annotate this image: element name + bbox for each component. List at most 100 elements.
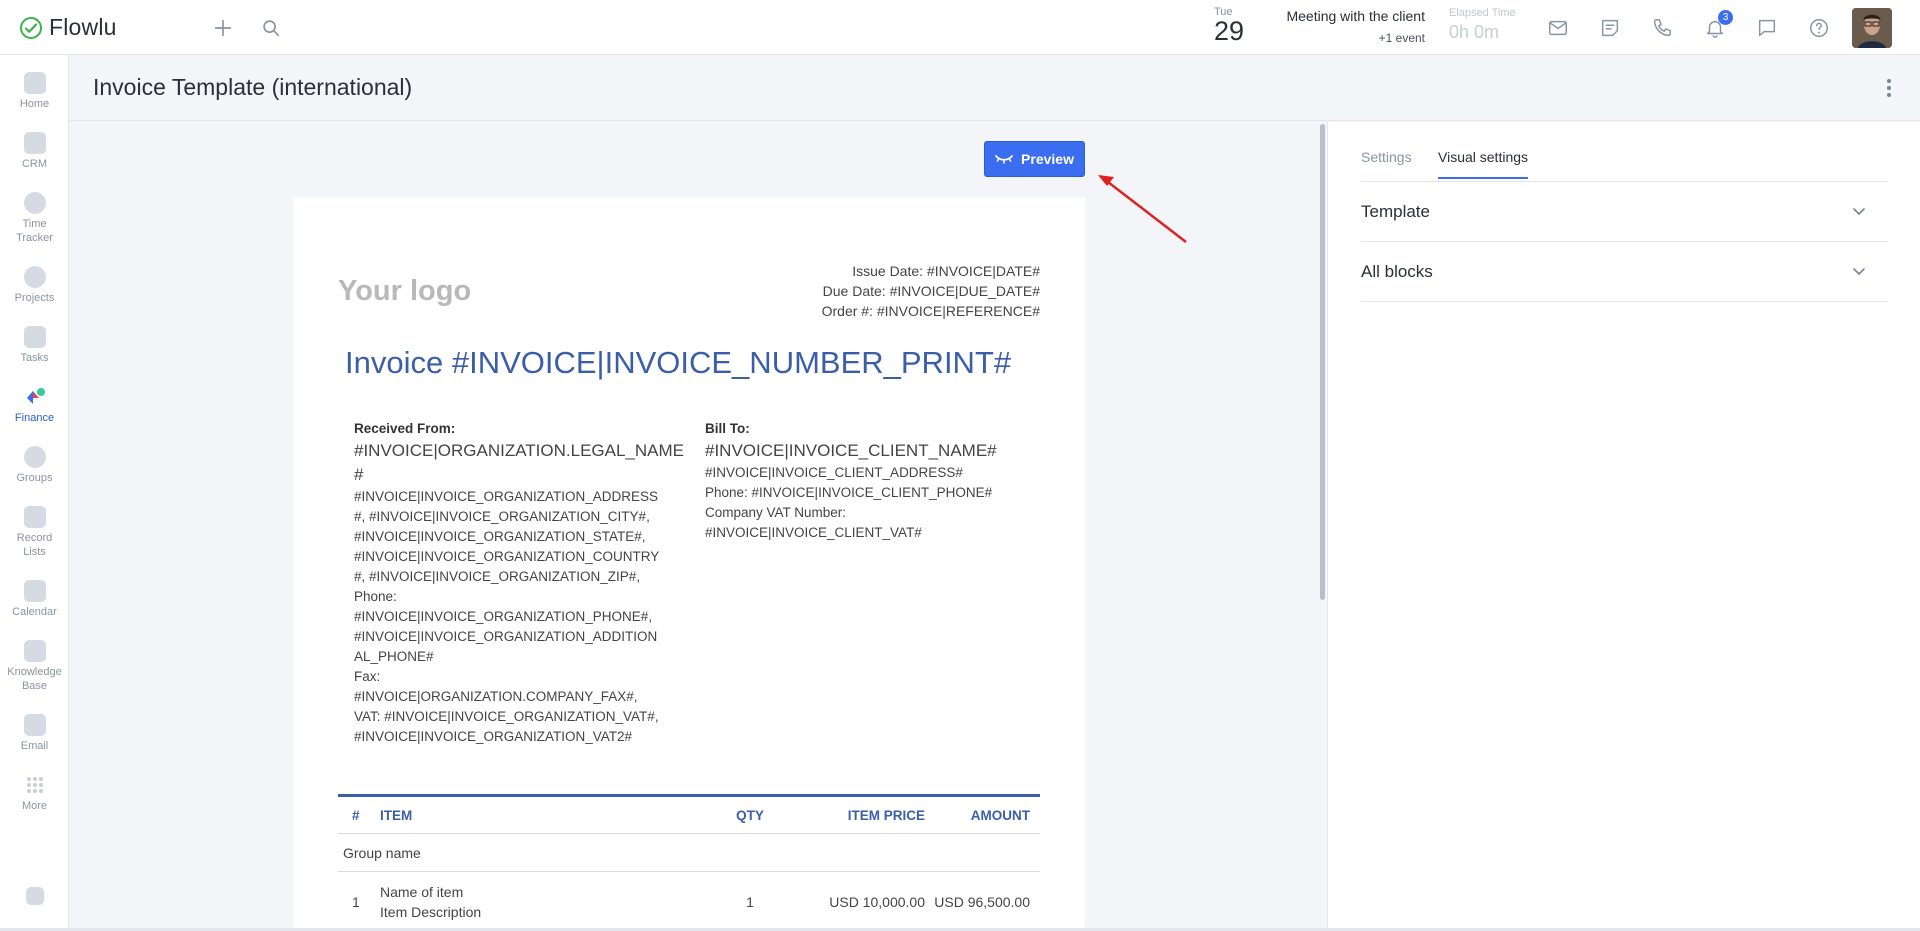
phone-button[interactable] [1648, 14, 1676, 42]
section-all-blocks[interactable]: All blocks [1361, 242, 1888, 302]
preview-button[interactable]: Preview [984, 141, 1085, 177]
sidebar-item-label: Tasks [20, 352, 49, 364]
plus-icon [214, 19, 232, 37]
sidebar-item-label: Time Tracker [16, 218, 53, 244]
canvas-scrollbar[interactable] [1320, 124, 1325, 600]
col-header-qty: QTY [736, 807, 764, 823]
group-row: Group name [338, 834, 1040, 872]
sidebar: Home CRM Time Tracker Projects Tasks Fin… [0, 55, 69, 931]
from-line: #INVOICE|INVOICE_ORGANIZATION_PHONE#, [354, 609, 653, 624]
top-bar: Flowlu Tue 29 Meeting with the client +1… [0, 0, 1920, 55]
sidebar-item-projects[interactable]: Projects [0, 266, 69, 305]
bill-line: Phone: #INVOICE|INVOICE_CLIENT_PHONE# [705, 485, 993, 500]
sidebar-item-groups[interactable]: Groups [0, 446, 69, 485]
upcoming-event[interactable]: Meeting with the client +1 event [1262, 8, 1425, 45]
from-line: #, #INVOICE|INVOICE_ORGANIZATION_ZIP#, [354, 569, 641, 584]
from-line: #INVOICE|ORGANIZATION.COMPANY_FAX#, [354, 689, 638, 704]
crm-icon [23, 132, 46, 154]
more-options-button[interactable] [1886, 79, 1892, 97]
knowledge-base-icon [23, 640, 46, 662]
projects-icon [23, 266, 46, 288]
page-header: Invoice Template (international) [69, 55, 1920, 121]
time-tracker-icon [23, 192, 46, 214]
row-price: USD 10,000.00 [829, 894, 925, 910]
sidebar-item-calendar[interactable]: Calendar [0, 580, 69, 619]
elapsed-time[interactable]: Elapsed Time 0h 0m [1449, 7, 1516, 43]
sidebar-item-tasks[interactable]: Tasks [0, 326, 69, 365]
notes-button[interactable] [1596, 14, 1624, 42]
row-num: 1 [352, 894, 360, 910]
event-title: Meeting with the client [1286, 8, 1425, 24]
user-avatar[interactable] [1852, 8, 1892, 48]
mail-button[interactable] [1544, 14, 1572, 42]
finance-icon [24, 386, 46, 408]
invoice-title[interactable]: Invoice #INVOICE|INVOICE_NUMBER_PRINT# [345, 345, 1011, 381]
from-line: VAT: #INVOICE|INVOICE_ORGANIZATION_VAT#, [354, 709, 659, 724]
add-button[interactable] [209, 14, 237, 42]
sidebar-item-label: Projects [14, 292, 55, 304]
sidebar-item-email[interactable]: Email [0, 714, 69, 753]
item-name: Name of item [380, 884, 464, 900]
notes-icon [1601, 19, 1619, 37]
tab-settings[interactable]: Settings [1361, 149, 1412, 177]
calendar-icon [23, 580, 46, 602]
received-from-heading: Received From: [354, 421, 456, 436]
organization-name-cont: # [354, 465, 364, 484]
issue-date: Issue Date: #INVOICE|DATE# [852, 263, 1040, 279]
sidebar-item-finance[interactable]: Finance [0, 386, 69, 425]
due-date: Due Date: #INVOICE|DUE_DATE# [822, 283, 1040, 299]
sidebar-item-label: Email [20, 740, 49, 752]
date-number: 29 [1214, 16, 1245, 46]
from-line: AL_PHONE# [354, 649, 434, 664]
search-button[interactable] [257, 14, 285, 42]
received-from-block[interactable]: Received From: #INVOICE|ORGANIZATION.LEG… [354, 419, 684, 747]
chevron-down-icon [1853, 208, 1865, 215]
bill-line: #INVOICE|INVOICE_CLIENT_ADDRESS# [705, 465, 963, 480]
bill-line: Company VAT Number: [705, 505, 847, 520]
invoice-logo-placeholder[interactable]: Your logo [338, 275, 471, 308]
tab-visual-settings[interactable]: Visual settings [1438, 149, 1529, 179]
email-icon [23, 714, 46, 736]
sidebar-flowlu-mark[interactable] [0, 887, 69, 908]
col-header-price: ITEM PRICE [847, 807, 925, 823]
settings-tabs: Settings Visual settings [1361, 122, 1888, 182]
section-template[interactable]: Template [1361, 182, 1888, 242]
help-button[interactable] [1805, 14, 1833, 42]
sidebar-item-home[interactable]: Home [0, 72, 69, 111]
col-header-item: ITEM [380, 807, 413, 823]
item-description: Item Description [380, 904, 482, 920]
notification-badge: 3 [1718, 10, 1733, 25]
sidebar-item-crm[interactable]: CRM [0, 132, 69, 171]
flowlu-mark-icon [25, 887, 44, 905]
chevron-down-icon [1853, 268, 1865, 275]
sidebar-item-time-tracker[interactable]: Time Tracker [0, 192, 69, 245]
table-row: 1 Name of item Item Description 1 USD 10… [338, 872, 1040, 931]
sidebar-item-label: More [21, 800, 48, 812]
sidebar-item-label: CRM [21, 158, 48, 170]
eye-closed-icon [995, 155, 1013, 164]
record-lists-icon [23, 506, 46, 528]
organization-name: #INVOICE|ORGANIZATION.LEGAL_NAME [354, 441, 685, 460]
client-name: #INVOICE|INVOICE_CLIENT_NAME# [705, 441, 997, 460]
order-number: Order #: #INVOICE|REFERENCE# [821, 303, 1040, 319]
col-header-amount: AMOUNT [970, 807, 1030, 823]
calendar-date[interactable]: Tue 29 [1214, 6, 1254, 46]
bill-to-block[interactable]: Bill To: #INVOICE|INVOICE_CLIENT_NAME# #… [705, 419, 1045, 543]
logo-check-icon [20, 16, 42, 39]
from-line: #INVOICE|INVOICE_ORGANIZATION_STATE#, [354, 529, 646, 544]
invoice-dates[interactable]: Issue Date: #INVOICE|DATE# Due Date: #IN… [822, 261, 1040, 321]
row-item: Name of item Item Description [380, 882, 710, 922]
app-name: Flowlu [49, 14, 117, 40]
from-line: #INVOICE|INVOICE_ORGANIZATION_ADDRESS [354, 489, 659, 504]
notifications-button[interactable]: 3 [1701, 10, 1733, 42]
settings-panel: Settings Visual settings Template All bl… [1327, 122, 1920, 931]
app-logo[interactable]: Flowlu [19, 14, 117, 41]
from-line: #INVOICE|INVOICE_ORGANIZATION_ADDITION [354, 629, 658, 644]
row-amount: USD 96,500.00 [934, 894, 1030, 910]
sidebar-item-record-lists[interactable]: Record Lists [0, 506, 69, 559]
sidebar-item-knowledge-base[interactable]: Knowledge Base [0, 640, 69, 693]
items-table[interactable]: # ITEM QTY ITEM PRICE AMOUNT Group name … [338, 794, 1040, 931]
bill-to-heading: Bill To: [705, 421, 750, 436]
sidebar-item-more[interactable]: More [0, 774, 69, 813]
chat-button[interactable] [1753, 14, 1781, 42]
